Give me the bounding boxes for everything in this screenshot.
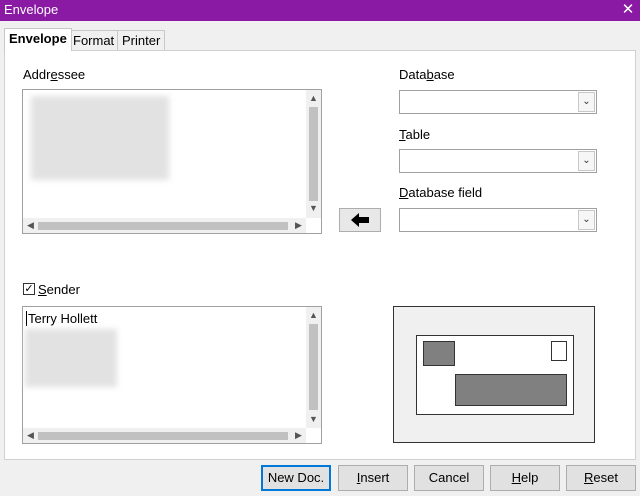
- addressee-vscroll[interactable]: ▲ ▼: [306, 90, 321, 218]
- sender-name: Terry Hollett: [26, 311, 98, 326]
- envelope-shape: [416, 335, 574, 415]
- scroll-thumb[interactable]: [309, 324, 318, 410]
- scroll-down-icon[interactable]: ▼: [306, 204, 321, 213]
- addressee-block: [455, 374, 567, 406]
- database-field-select[interactable]: ⌄: [399, 208, 597, 232]
- redacted-sender-address: [25, 329, 117, 387]
- title-bar: Envelope ✕: [0, 0, 640, 21]
- sender-textarea[interactable]: Terry Hollett ▲ ▼ ◀ ▶: [22, 306, 322, 444]
- envelope-preview: [393, 306, 595, 443]
- sender-hscroll[interactable]: ◀ ▶: [23, 428, 306, 443]
- tab-format[interactable]: Format: [68, 30, 120, 50]
- arrow-left-icon: [351, 212, 369, 227]
- addressee-hscroll[interactable]: ◀ ▶: [23, 218, 306, 233]
- new-doc-button[interactable]: New Doc.: [261, 465, 331, 491]
- chevron-down-icon[interactable]: ⌄: [578, 151, 595, 171]
- scroll-left-icon[interactable]: ◀: [23, 221, 38, 230]
- scroll-left-icon[interactable]: ◀: [23, 431, 38, 440]
- cancel-button[interactable]: Cancel: [414, 465, 484, 491]
- redacted-address: [31, 96, 169, 180]
- chevron-down-icon[interactable]: ⌄: [578, 210, 595, 230]
- reset-button[interactable]: Reset: [566, 465, 636, 491]
- database-field-label: Database field: [399, 185, 483, 200]
- scroll-thumb[interactable]: [38, 432, 288, 440]
- table-label: Table: [399, 127, 431, 142]
- close-icon[interactable]: ✕: [620, 0, 636, 20]
- scroll-right-icon[interactable]: ▶: [291, 431, 306, 440]
- insert-field-button[interactable]: [339, 208, 381, 232]
- stamp-block: [551, 341, 567, 361]
- insert-button[interactable]: Insert: [338, 465, 408, 491]
- scroll-down-icon[interactable]: ▼: [306, 415, 321, 424]
- tab-printer[interactable]: Printer: [117, 30, 166, 50]
- database-select[interactable]: ⌄: [399, 90, 597, 114]
- window-title: Envelope: [4, 2, 59, 17]
- tab-envelope[interactable]: Envelope: [4, 28, 72, 51]
- table-select[interactable]: ⌄: [399, 149, 597, 173]
- scroll-thumb[interactable]: [38, 222, 288, 230]
- database-label: Database: [399, 67, 455, 82]
- scroll-thumb[interactable]: [309, 107, 318, 201]
- scroll-right-icon[interactable]: ▶: [291, 221, 306, 230]
- addressee-textarea[interactable]: ▲ ▼ ◀ ▶: [22, 89, 322, 234]
- addressee-label: Addressee: [23, 67, 86, 82]
- sender-checkbox[interactable]: ✓: [23, 283, 35, 295]
- sender-label[interactable]: Sender: [38, 282, 80, 297]
- sender-vscroll[interactable]: ▲ ▼: [306, 307, 321, 428]
- sender-block: [423, 341, 455, 366]
- scroll-up-icon[interactable]: ▲: [306, 311, 321, 320]
- scroll-up-icon[interactable]: ▲: [306, 94, 321, 103]
- chevron-down-icon[interactable]: ⌄: [578, 92, 595, 112]
- help-button[interactable]: Help: [490, 465, 560, 491]
